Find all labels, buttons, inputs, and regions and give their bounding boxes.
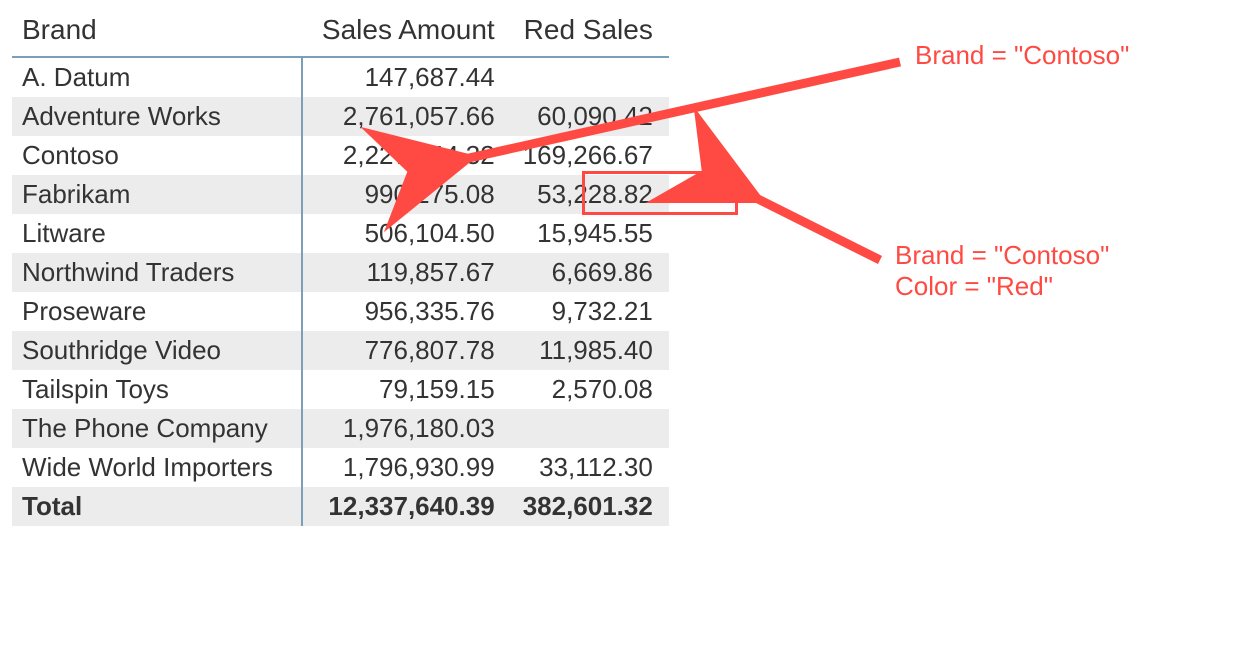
annotation-bottom-line1: Brand = "Contoso" [895,240,1109,270]
annotation-bottom: Brand = "Contoso" Color = "Red" [895,240,1109,302]
table-row: Northwind Traders119,857.676,669.86 [12,253,669,292]
cell-brand: Southridge Video [12,331,302,370]
cell-brand: Contoso [12,136,302,175]
cell-sales: 79,159.15 [302,370,501,409]
cell-sales: 776,807.78 [302,331,501,370]
cell-sales: 147,687.44 [302,57,501,97]
cell-red: 60,090.42 [501,97,669,136]
table-row: Tailspin Toys79,159.152,570.08 [12,370,669,409]
total-red: 382,601.32 [501,487,669,526]
total-label: Total [12,487,302,526]
table-row: Adventure Works2,761,057.6660,090.42 [12,97,669,136]
cell-brand: Northwind Traders [12,253,302,292]
cell-red: 11,985.40 [501,331,669,370]
cell-red [501,409,669,448]
cell-sales: 119,857.67 [302,253,501,292]
data-table: Brand Sales Amount Red Sales A. Datum147… [12,10,669,526]
cell-brand: Litware [12,214,302,253]
table-row: The Phone Company1,976,180.03 [12,409,669,448]
cell-red: 33,112.30 [501,448,669,487]
table-row: Fabrikam990,275.0853,228.82 [12,175,669,214]
cell-sales: 990,275.08 [302,175,501,214]
col-red-sales: Red Sales [501,10,669,57]
cell-brand: Proseware [12,292,302,331]
annotation-top: Brand = "Contoso" [915,40,1129,71]
table-row: Litware506,104.5015,945.55 [12,214,669,253]
cell-sales: 1,796,930.99 [302,448,501,487]
cell-red: 169,266.67 [501,136,669,175]
cell-red [501,57,669,97]
cell-brand: The Phone Company [12,409,302,448]
cell-brand: Fabrikam [12,175,302,214]
cell-red: 15,945.55 [501,214,669,253]
cell-sales: 2,227,244.32 [302,136,501,175]
table-row: Wide World Importers1,796,930.9933,112.3… [12,448,669,487]
table-row: A. Datum147,687.44 [12,57,669,97]
cell-red: 6,669.86 [501,253,669,292]
total-sales: 12,337,640.39 [302,487,501,526]
col-brand: Brand [12,10,302,57]
cell-brand: A. Datum [12,57,302,97]
table-row: Contoso2,227,244.32169,266.67 [12,136,669,175]
cell-sales: 1,976,180.03 [302,409,501,448]
col-sales-amount: Sales Amount [302,10,501,57]
cell-red: 9,732.21 [501,292,669,331]
cell-red: 2,570.08 [501,370,669,409]
table-total-row: Total12,337,640.39382,601.32 [12,487,669,526]
annotation-bottom-line2: Color = "Red" [895,271,1053,301]
table-row: Proseware956,335.769,732.21 [12,292,669,331]
table-header-row: Brand Sales Amount Red Sales [12,10,669,57]
cell-sales: 956,335.76 [302,292,501,331]
cell-brand: Tailspin Toys [12,370,302,409]
cell-brand: Adventure Works [12,97,302,136]
cell-sales: 506,104.50 [302,214,501,253]
cell-brand: Wide World Importers [12,448,302,487]
cell-red: 53,228.82 [501,175,669,214]
cell-sales: 2,761,057.66 [302,97,501,136]
table-row: Southridge Video776,807.7811,985.40 [12,331,669,370]
